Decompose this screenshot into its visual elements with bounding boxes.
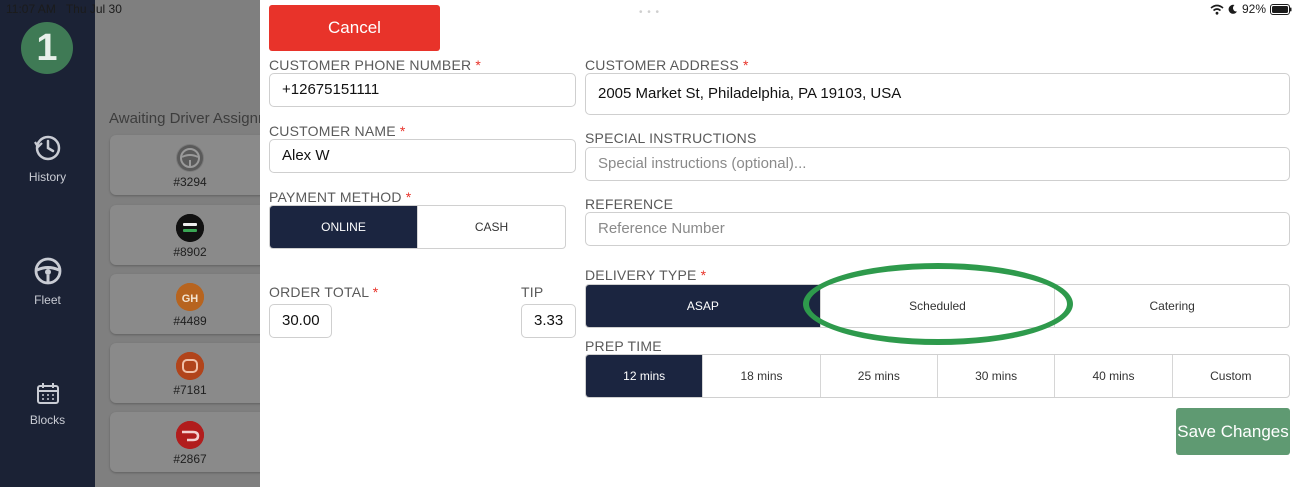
address-input[interactable]: 2005 Market St, Philadelphia, PA 19103, …	[585, 73, 1290, 115]
prep-time-option[interactable]: 12 mins	[586, 355, 703, 397]
special-instructions-label: SPECIAL INSTRUCTIONS	[585, 130, 757, 146]
order-total-label-text: ORDER TOTAL	[269, 284, 369, 300]
required-mark: *	[399, 123, 406, 139]
tip-label: TIP	[521, 284, 544, 300]
phone-input[interactable]: +12675151111	[269, 73, 576, 107]
phone-label: CUSTOMER PHONE NUMBER *	[269, 57, 481, 73]
phone-label-text: CUSTOMER PHONE NUMBER	[269, 57, 472, 73]
order-number: #7181	[173, 383, 207, 397]
reference-input[interactable]: Reference Number	[585, 212, 1290, 246]
tip-input[interactable]: 3.33	[521, 304, 576, 338]
nav-blocks[interactable]: Blocks	[0, 381, 95, 427]
order-number: #8902	[173, 245, 207, 259]
queue-card[interactable]: #2867	[110, 412, 270, 472]
reference-label: REFERENCE	[585, 196, 674, 212]
edit-order-sheet: Cancel CUSTOMER PHONE NUMBER * +12675151…	[260, 0, 1300, 487]
wifi-icon	[1210, 4, 1224, 15]
delivery-asap-option[interactable]: ASAP	[586, 285, 820, 327]
name-label-text: CUSTOMER NAME	[269, 123, 396, 139]
order-queue: Awaiting Driver Assignment #3294 #8902 G…	[95, 0, 291, 487]
required-mark: *	[405, 189, 412, 205]
doordash-icon	[176, 421, 204, 449]
app-logo: 1	[21, 22, 73, 74]
special-instructions-input[interactable]: Special instructions (optional)...	[585, 147, 1290, 181]
payment-online-option[interactable]: ONLINE	[270, 206, 417, 248]
delivery-type-selector: ASAP Scheduled Catering	[585, 284, 1290, 328]
payment-method-label-text: PAYMENT METHOD	[269, 189, 402, 205]
queue-card[interactable]: #3294	[110, 135, 270, 195]
prep-time-option[interactable]: 25 mins	[819, 355, 937, 397]
nav-blocks-label: Blocks	[29, 413, 66, 427]
history-icon	[33, 135, 60, 161]
nav-fleet[interactable]: Fleet	[0, 255, 95, 307]
payment-cash-option[interactable]: CASH	[417, 206, 565, 248]
grubhub-icon: GH	[176, 283, 204, 311]
delivery-type-label: DELIVERY TYPE *	[585, 267, 706, 283]
prep-time-label: PREP TIME	[585, 338, 662, 354]
uber-eats-icon	[176, 214, 204, 242]
address-label-text: CUSTOMER ADDRESS	[585, 57, 739, 73]
queue-card[interactable]: GH #4489	[110, 274, 270, 334]
calendar-icon	[36, 383, 59, 404]
steering-wheel-icon	[176, 144, 204, 172]
status-indicators: 92%	[1210, 2, 1292, 16]
name-label: CUSTOMER NAME *	[269, 123, 406, 139]
payment-method-selector: ONLINE CASH	[269, 205, 566, 249]
address-label: CUSTOMER ADDRESS *	[585, 57, 749, 73]
multitasking-dots[interactable]: • • •	[639, 7, 660, 18]
prep-time-option[interactable]: 30 mins	[936, 355, 1054, 397]
delivery-scheduled-option[interactable]: Scheduled	[819, 285, 1055, 327]
order-number: #3294	[173, 175, 207, 189]
svg-text:GH: GH	[182, 293, 199, 305]
battery-icon	[1270, 3, 1292, 15]
required-mark: *	[700, 267, 707, 283]
save-changes-button[interactable]: Save Changes	[1176, 408, 1290, 455]
battery-percent: 92%	[1241, 2, 1266, 16]
nav-rail: 1 History Fleet Blocks	[0, 0, 95, 487]
prep-time-option[interactable]: 40 mins	[1054, 355, 1171, 397]
payment-method-label: PAYMENT METHOD *	[269, 189, 411, 205]
order-total-input[interactable]: 30.00	[269, 304, 332, 338]
status-time: 11:07 AM Thu Jul 30	[6, 2, 122, 16]
queue-card[interactable]: #7181	[110, 343, 270, 403]
order-number: #4489	[173, 314, 207, 328]
order-total-label: ORDER TOTAL *	[269, 284, 378, 300]
delivery-catering-option[interactable]: Catering	[1054, 285, 1289, 327]
prep-time-option[interactable]: 18 mins	[702, 355, 819, 397]
delivery-type-label-text: DELIVERY TYPE	[585, 267, 697, 283]
moon-icon	[1228, 4, 1237, 14]
required-mark: *	[475, 57, 482, 73]
nav-history[interactable]: History	[0, 132, 95, 184]
name-input[interactable]: Alex W	[269, 139, 576, 173]
required-mark: *	[742, 57, 749, 73]
prep-time-selector: 12 mins 18 mins 25 mins 30 mins 40 mins …	[585, 354, 1290, 398]
restaurant-icon	[176, 352, 204, 380]
order-number: #2867	[173, 452, 207, 466]
cancel-button[interactable]: Cancel	[269, 5, 440, 51]
nav-fleet-label: Fleet	[34, 293, 61, 307]
status-date: Thu Jul 30	[65, 2, 122, 16]
status-clock: 11:07 AM	[6, 2, 56, 16]
required-mark: *	[372, 284, 379, 300]
prep-time-custom-option[interactable]: Custom	[1171, 355, 1289, 397]
steering-wheel-icon	[34, 257, 61, 285]
queue-card[interactable]: #8902	[110, 205, 270, 265]
nav-history-label: History	[28, 170, 67, 184]
